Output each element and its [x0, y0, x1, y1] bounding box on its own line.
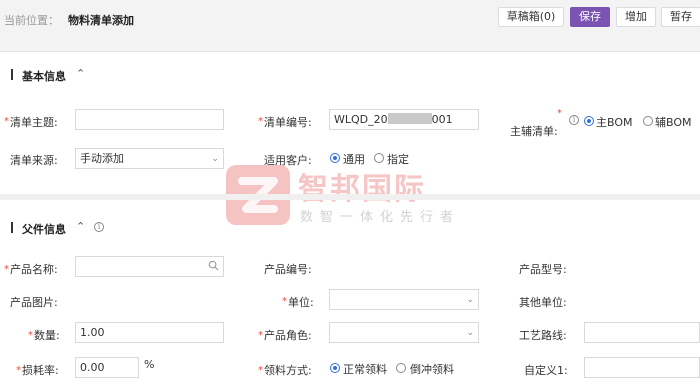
custom1-input[interactable]: [584, 357, 700, 378]
product-image-label: 产品图片:: [10, 296, 58, 309]
qty-label: 数量:: [34, 329, 60, 342]
unit-select[interactable]: ⌄: [329, 289, 479, 310]
page-title: 物料清单添加: [68, 14, 134, 27]
pick-normal-label: 正常领料: [343, 363, 387, 376]
pick-backflush-radio[interactable]: [396, 363, 406, 373]
customer-general-radio[interactable]: [330, 153, 340, 163]
watermark-slogan: 数智一体化先行者: [300, 210, 461, 225]
add-button[interactable]: 增加: [616, 7, 656, 27]
source-value: 手动添加: [80, 152, 124, 165]
loss-label: 损耗率:: [22, 364, 59, 377]
required-mark: *: [28, 330, 33, 341]
bom-no-label: 清单编号:: [264, 116, 312, 129]
unit-label: 单位:: [288, 296, 314, 309]
product-code-label: 产品编号:: [264, 263, 312, 276]
masked-region: [387, 113, 432, 124]
breadcrumb-label: 当前位置：: [4, 14, 59, 27]
stash-button[interactable]: 暂存: [661, 7, 700, 27]
bom-no-suffix: 001: [431, 113, 453, 126]
watermark-brand: 智邦国际: [298, 172, 426, 207]
pick-backflush-label: 倒冲领料: [410, 363, 454, 376]
bom-title-label: 清单主题:: [10, 116, 58, 129]
pick-method-label: 领料方式:: [264, 364, 312, 377]
role-label: 产品角色:: [264, 329, 312, 342]
role-select[interactable]: ⌄: [329, 322, 479, 343]
source-select[interactable]: 手动添加 ⌄: [75, 148, 224, 169]
loss-input[interactable]: 0.00: [75, 357, 139, 378]
required-mark: *: [258, 116, 263, 127]
section-divider: [0, 194, 700, 200]
required-mark: *: [557, 108, 562, 119]
required-mark: *: [16, 365, 21, 376]
required-mark: *: [258, 365, 263, 376]
pick-normal-radio[interactable]: [330, 363, 340, 373]
other-unit-label: 其他单位:: [519, 296, 567, 309]
bom-no-prefix: WLQD_20: [334, 113, 388, 126]
section-marker: [11, 222, 13, 233]
collapse-chevron-icon[interactable]: ⌃: [76, 220, 85, 233]
qty-input[interactable]: 1.00: [75, 322, 224, 343]
main-bom-radio[interactable]: [584, 116, 594, 126]
save-button[interactable]: 保存: [570, 7, 610, 27]
required-mark: *: [282, 296, 287, 307]
info-icon[interactable]: i: [94, 222, 104, 232]
main-aux-label: 主辅清单:: [510, 125, 558, 138]
required-mark: *: [4, 264, 9, 275]
chevron-down-icon: ⌄: [466, 328, 474, 338]
search-icon[interactable]: [208, 260, 219, 271]
main-bom-label: 主BOM: [596, 116, 633, 129]
info-icon[interactable]: i: [569, 115, 579, 125]
loss-unit: %: [144, 358, 155, 371]
aux-bom-radio[interactable]: [643, 116, 653, 126]
parent-section-title: 父件信息: [22, 223, 66, 236]
bom-no-input[interactable]: WLQD_20 001: [329, 109, 479, 130]
bom-title-input[interactable]: [75, 109, 224, 130]
chevron-down-icon: ⌄: [211, 154, 219, 164]
route-label: 工艺路线:: [519, 329, 567, 342]
collapse-chevron-icon[interactable]: ⌃: [76, 67, 85, 80]
basic-section-title: 基本信息: [22, 70, 66, 83]
product-name-label: 产品名称:: [10, 263, 58, 276]
aux-bom-label: 辅BOM: [655, 116, 692, 129]
route-input[interactable]: [584, 322, 700, 343]
draft-box-button[interactable]: 草稿箱(0): [498, 7, 564, 27]
source-label: 清单来源:: [10, 154, 58, 167]
custom1-label: 自定义1:: [524, 364, 568, 377]
product-model-label: 产品型号:: [519, 263, 567, 276]
required-mark: *: [258, 330, 263, 341]
product-name-input[interactable]: [75, 256, 224, 277]
section-marker: [11, 69, 13, 80]
customer-specific-radio[interactable]: [374, 153, 384, 163]
required-mark: *: [4, 116, 9, 127]
chevron-down-icon: ⌄: [466, 295, 474, 305]
